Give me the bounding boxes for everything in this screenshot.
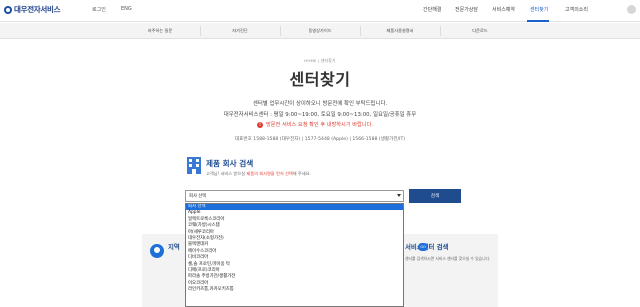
desc-prefix: 고객님! 서비스 받으실 — [206, 171, 247, 176]
center-card-desc: 센터를 검색하시면 서비스 센터를 찾으실 수 있습니다. — [405, 256, 491, 261]
phone-numbers: 대표번호 1588-1588 (대우전자) | 1577-5448 (Apple… — [234, 137, 406, 142]
logo-text: 대우전자서비스 — [14, 5, 61, 14]
search-button[interactable]: 검색 — [409, 189, 461, 203]
logo-icon — [4, 5, 12, 14]
chevron-down-icon — [397, 194, 401, 197]
nav-service-booking[interactable]: 서비스예약 — [492, 6, 515, 13]
eng-link[interactable]: ENG — [121, 6, 132, 12]
desc-highlight: 제품의 회사명을 먼저 선택 — [246, 171, 293, 176]
hours-detail: 대우전자서비스센터 : 평일 9:00~19:00, 토요일 9:00~13:0… — [223, 112, 417, 118]
logo[interactable]: 대우전자서비스 — [4, 4, 61, 15]
warning-notice: ! 방문전 서비스 요청 확인 후 내방하시기 바랍니다. — [257, 121, 373, 128]
building-icon — [187, 157, 201, 174]
company-dropdown-list[interactable]: 회사 선택 Apple 일렉트로룩스코리아 코웨(가방)시스템 아(세루코리아 대우전자(… — [185, 203, 404, 307]
home-icon[interactable] — [627, 5, 636, 14]
subnav-faq[interactable]: 자주하는 질문 — [120, 23, 200, 39]
sub-nav: 자주하는 질문 자가진단 동영상가이드 제품사용설명서 다운로드 — [0, 23, 640, 39]
nav-expert-consult[interactable]: 전문가상담 — [455, 6, 478, 13]
subnav-self-diagnosis[interactable]: 자가진단 — [200, 23, 280, 39]
breadcrumb: HOME | 센터찾기 — [304, 58, 336, 63]
subnav-download[interactable]: 다운로드 — [440, 23, 520, 39]
region-card-title: 지역 — [168, 243, 180, 251]
nav-quick-solve[interactable]: 간단해결 — [423, 6, 441, 13]
dropdown-option[interactable]: 라인키즈통,카카오키즈통 — [186, 287, 403, 293]
nav-find-center[interactable]: 센터찾기 — [530, 6, 548, 13]
page-title: 센터찾기 — [289, 70, 351, 89]
search-title: 제품 회사 검색 — [206, 159, 254, 168]
hours-notice: 센터별 업무시간이 상이하오니 방문전에 확인 부탁드립니다. — [252, 101, 388, 107]
subnav-video-guide[interactable]: 동영상가이드 — [280, 23, 360, 39]
nav-customer-voice[interactable]: 고객의소리 — [565, 6, 588, 13]
subnav-manual[interactable]: 제품사용설명서 — [360, 23, 440, 39]
company-select-value: 회사 선택 — [189, 194, 207, 199]
go-button[interactable]: GO — [418, 243, 428, 251]
top-bar: 대우전자서비스 로그인 ENG 간단해결 전문가상담 서비스예약 센터찾기 고객… — [0, 0, 640, 22]
company-select[interactable]: 회사 선택 — [185, 190, 404, 202]
alert-icon: ! — [257, 121, 263, 128]
location-pin-icon — [150, 244, 164, 258]
desc-suffix: 해 주세요. — [292, 171, 311, 176]
login-link[interactable]: 로그인 — [92, 6, 106, 13]
active-nav-indicator — [527, 20, 549, 22]
warning-text: 방문전 서비스 요청 확인 후 내방하시기 바랍니다. — [266, 122, 373, 128]
search-description: 고객님! 서비스 받으실 제품의 회사명을 먼저 선택해 주세요. — [206, 171, 311, 177]
